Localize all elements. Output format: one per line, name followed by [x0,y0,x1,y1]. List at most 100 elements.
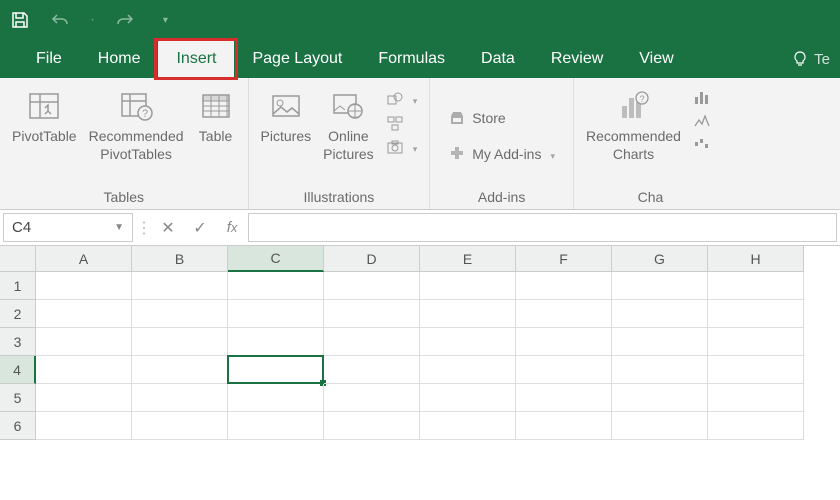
grid-row: 1 [0,272,840,300]
cell[interactable] [612,356,708,384]
column-header[interactable]: B [132,246,228,272]
insert-function-button[interactable]: fx [216,210,248,245]
cell[interactable] [132,272,228,300]
cell[interactable] [324,356,420,384]
cell[interactable] [708,300,804,328]
save-icon[interactable] [10,10,30,30]
formula-input[interactable] [248,213,837,242]
tab-view[interactable]: View [621,40,691,78]
column-header[interactable]: E [420,246,516,272]
online-pictures-button[interactable]: Online Pictures [319,84,378,187]
tab-review[interactable]: Review [533,40,621,78]
shapes-button[interactable] [382,88,422,110]
cell[interactable] [516,384,612,412]
waterfall-chart-button[interactable] [689,134,719,156]
cell[interactable] [36,384,132,412]
pictures-button[interactable]: Pictures [257,84,316,187]
column-header[interactable]: A [36,246,132,272]
cell[interactable] [228,272,324,300]
cell[interactable] [36,356,132,384]
cell[interactable] [228,300,324,328]
cell[interactable] [708,412,804,440]
cell[interactable] [132,328,228,356]
tab-file[interactable]: File [18,40,80,78]
ribbon-group-tables: PivotTable ? Recommended PivotTables Tab… [0,78,249,209]
cell[interactable] [420,300,516,328]
tab-home[interactable]: Home [80,40,159,78]
cancel-formula-button[interactable]: ✕ [152,210,184,245]
cell[interactable] [36,300,132,328]
cell[interactable] [420,384,516,412]
cell[interactable] [612,384,708,412]
screenshot-button[interactable] [382,136,422,158]
cell[interactable] [420,412,516,440]
row-header[interactable]: 3 [0,328,36,356]
customize-qat-icon[interactable]: ▾ [155,10,175,30]
my-addins-button[interactable]: My Add-ins [444,143,559,165]
cell[interactable] [516,328,612,356]
cell[interactable] [612,300,708,328]
cell[interactable] [36,328,132,356]
cell[interactable] [132,300,228,328]
column-header[interactable]: D [324,246,420,272]
tab-formulas[interactable]: Formulas [360,40,463,78]
cell[interactable] [708,384,804,412]
row-header[interactable]: 5 [0,384,36,412]
row-header[interactable]: 6 [0,412,36,440]
svg-text:?: ? [142,108,148,120]
cell[interactable] [132,384,228,412]
cell[interactable] [516,356,612,384]
column-header[interactable]: H [708,246,804,272]
cell[interactable] [324,384,420,412]
cell[interactable] [324,412,420,440]
store-button[interactable]: Store [444,107,559,129]
column-header[interactable]: F [516,246,612,272]
cell[interactable] [708,328,804,356]
table-button[interactable]: Table [192,84,240,187]
cell[interactable] [228,384,324,412]
cell[interactable] [36,272,132,300]
tab-page-layout[interactable]: Page Layout [234,40,360,78]
cell[interactable] [228,328,324,356]
tab-data[interactable]: Data [463,40,533,78]
cell[interactable] [324,272,420,300]
cell[interactable] [420,328,516,356]
store-label: Store [472,110,505,126]
smartart-button[interactable] [382,112,422,134]
cell[interactable] [612,412,708,440]
hierarchy-chart-button[interactable] [689,110,719,132]
row-header[interactable]: 1 [0,272,36,300]
recommended-charts-button[interactable]: ? Recommended Charts [582,84,685,187]
cell[interactable] [420,356,516,384]
column-header[interactable]: C [228,246,324,272]
tell-me-search[interactable]: Te [782,40,840,78]
cell[interactable] [708,356,804,384]
cell[interactable] [228,356,324,384]
column-chart-button[interactable] [689,86,719,108]
cell[interactable] [516,412,612,440]
select-all-corner[interactable] [0,246,36,272]
cell[interactable] [516,300,612,328]
row-header[interactable]: 2 [0,300,36,328]
redo-icon[interactable] [115,10,135,30]
undo-icon[interactable] [50,10,70,30]
chevron-down-icon[interactable]: ▼ [114,222,124,233]
name-box[interactable]: C4 ▼ [3,213,133,242]
cell[interactable] [612,272,708,300]
cell[interactable] [420,272,516,300]
pivottable-button[interactable]: PivotTable [8,84,81,187]
column-header[interactable]: G [612,246,708,272]
cell[interactable] [132,412,228,440]
cell[interactable] [324,328,420,356]
enter-formula-button[interactable]: ✓ [184,210,216,245]
cell[interactable] [708,272,804,300]
recommended-pivottables-button[interactable]: ? Recommended PivotTables [85,84,188,187]
cell[interactable] [228,412,324,440]
cell[interactable] [612,328,708,356]
cell[interactable] [516,272,612,300]
tab-insert[interactable]: Insert [158,40,234,78]
cell[interactable] [36,412,132,440]
row-header[interactable]: 4 [0,356,36,384]
cell[interactable] [324,300,420,328]
cell[interactable] [132,356,228,384]
